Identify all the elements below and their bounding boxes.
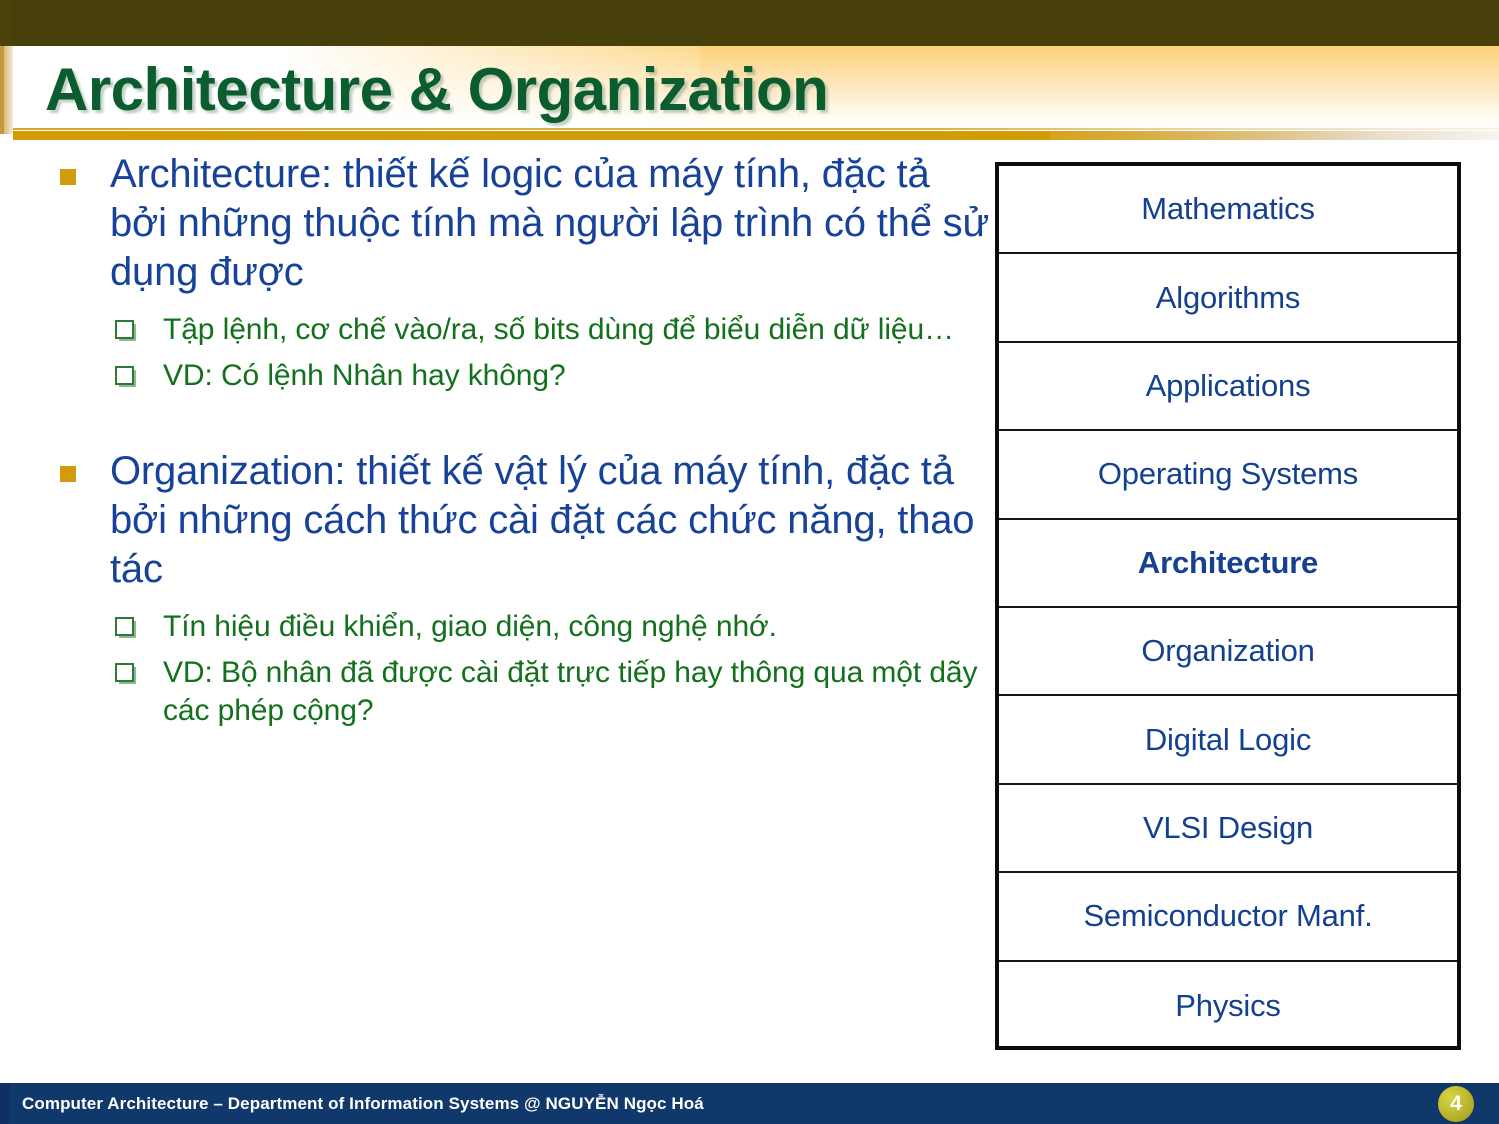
hollow-square-bullet-icon (115, 366, 134, 385)
square-bullet-icon (60, 169, 76, 185)
hollow-square-bullet-icon (115, 663, 134, 682)
title-rule-hairline (13, 128, 1499, 130)
stack-row-label: Applications (1145, 367, 1311, 403)
title-rule-fade (1050, 131, 1499, 140)
top-banner (0, 0, 1499, 46)
bullet-level1-organization: Organization: thiết kế vật lý của máy tí… (0, 447, 990, 594)
bullet-level1-text: Architecture: thiết kế logic của máy tín… (110, 152, 990, 294)
stack-row: Operating Systems (999, 431, 1457, 520)
bullet-level2-text: Tập lệnh, cơ chế vào/ra, số bits dùng để… (163, 313, 955, 346)
stack-row: Semiconductor Manf. (999, 873, 1457, 962)
left-accent-strip-edge (0, 46, 4, 134)
slide-canvas: Architecture & Organization Architecture… (0, 0, 1499, 1124)
bullet-level2-multiply-example: VD: Có lệnh Nhân hay không? (0, 357, 990, 395)
top-banner-inner (12, 0, 1499, 46)
stack-row: Algorithms (999, 254, 1457, 343)
hollow-square-bullet-icon (115, 617, 134, 636)
bullet-level2-multiplier-example: VD: Bộ nhân đã được cài đặt trực tiếp ha… (0, 654, 990, 730)
stack-row-label: Algorithms (1155, 279, 1301, 315)
hollow-square-bullet-icon (115, 320, 134, 339)
stack-row: Mathematics (999, 166, 1457, 255)
square-bullet-icon (60, 466, 76, 482)
stack-row-label: Architecture (1137, 544, 1319, 580)
footer-text: Computer Architecture – Department of In… (22, 1094, 704, 1113)
bullet-level2-text: VD: Có lệnh Nhân hay không? (163, 359, 566, 392)
stack-row-label: VLSI Design (1142, 809, 1314, 845)
stack-row: Digital Logic (999, 696, 1457, 785)
bullet-level2-control-signals: Tín hiệu điều khiển, giao diện, công ngh… (0, 608, 990, 646)
bullet-level2-text: Tín hiệu điều khiển, giao diện, công ngh… (163, 610, 777, 643)
bullet-level2-instruction-set: Tập lệnh, cơ chế vào/ra, số bits dùng để… (0, 311, 990, 349)
stack-row-label: Semiconductor Manf. (1083, 898, 1373, 934)
stack-row: Architecture (999, 520, 1457, 608)
abstraction-stack-table: Mathematics Algorithms Applications Operati… (995, 162, 1461, 1050)
stack-row-label: Physics (1175, 987, 1281, 1023)
stack-row-label: Operating Systems (1097, 456, 1359, 492)
stack-row: VLSI Design (999, 785, 1457, 874)
bullet-level1-architecture: Architecture: thiết kế logic của máy tín… (0, 150, 990, 297)
stack-row-label: Organization (1141, 633, 1315, 669)
slide-number-badge: 4 (1438, 1086, 1474, 1122)
stack-row: Applications (999, 343, 1457, 432)
bullet-level1-text: Organization: thiết kế vật lý của máy tí… (110, 449, 975, 591)
title-rule-solid (13, 131, 1050, 140)
stack-row-label: Digital Logic (1144, 721, 1312, 757)
bullet-content: Architecture: thiết kế logic của máy tín… (0, 150, 990, 1050)
stack-row: Physics (999, 962, 1457, 1050)
bullet-level2-text: VD: Bộ nhân đã được cài đặt trực tiếp ha… (163, 656, 978, 727)
stack-row: Organization (999, 608, 1457, 697)
stack-row-label: Mathematics (1141, 191, 1315, 227)
page-title: Architecture & Organization (45, 56, 829, 123)
footer-bar-left-edge (0, 1083, 10, 1124)
